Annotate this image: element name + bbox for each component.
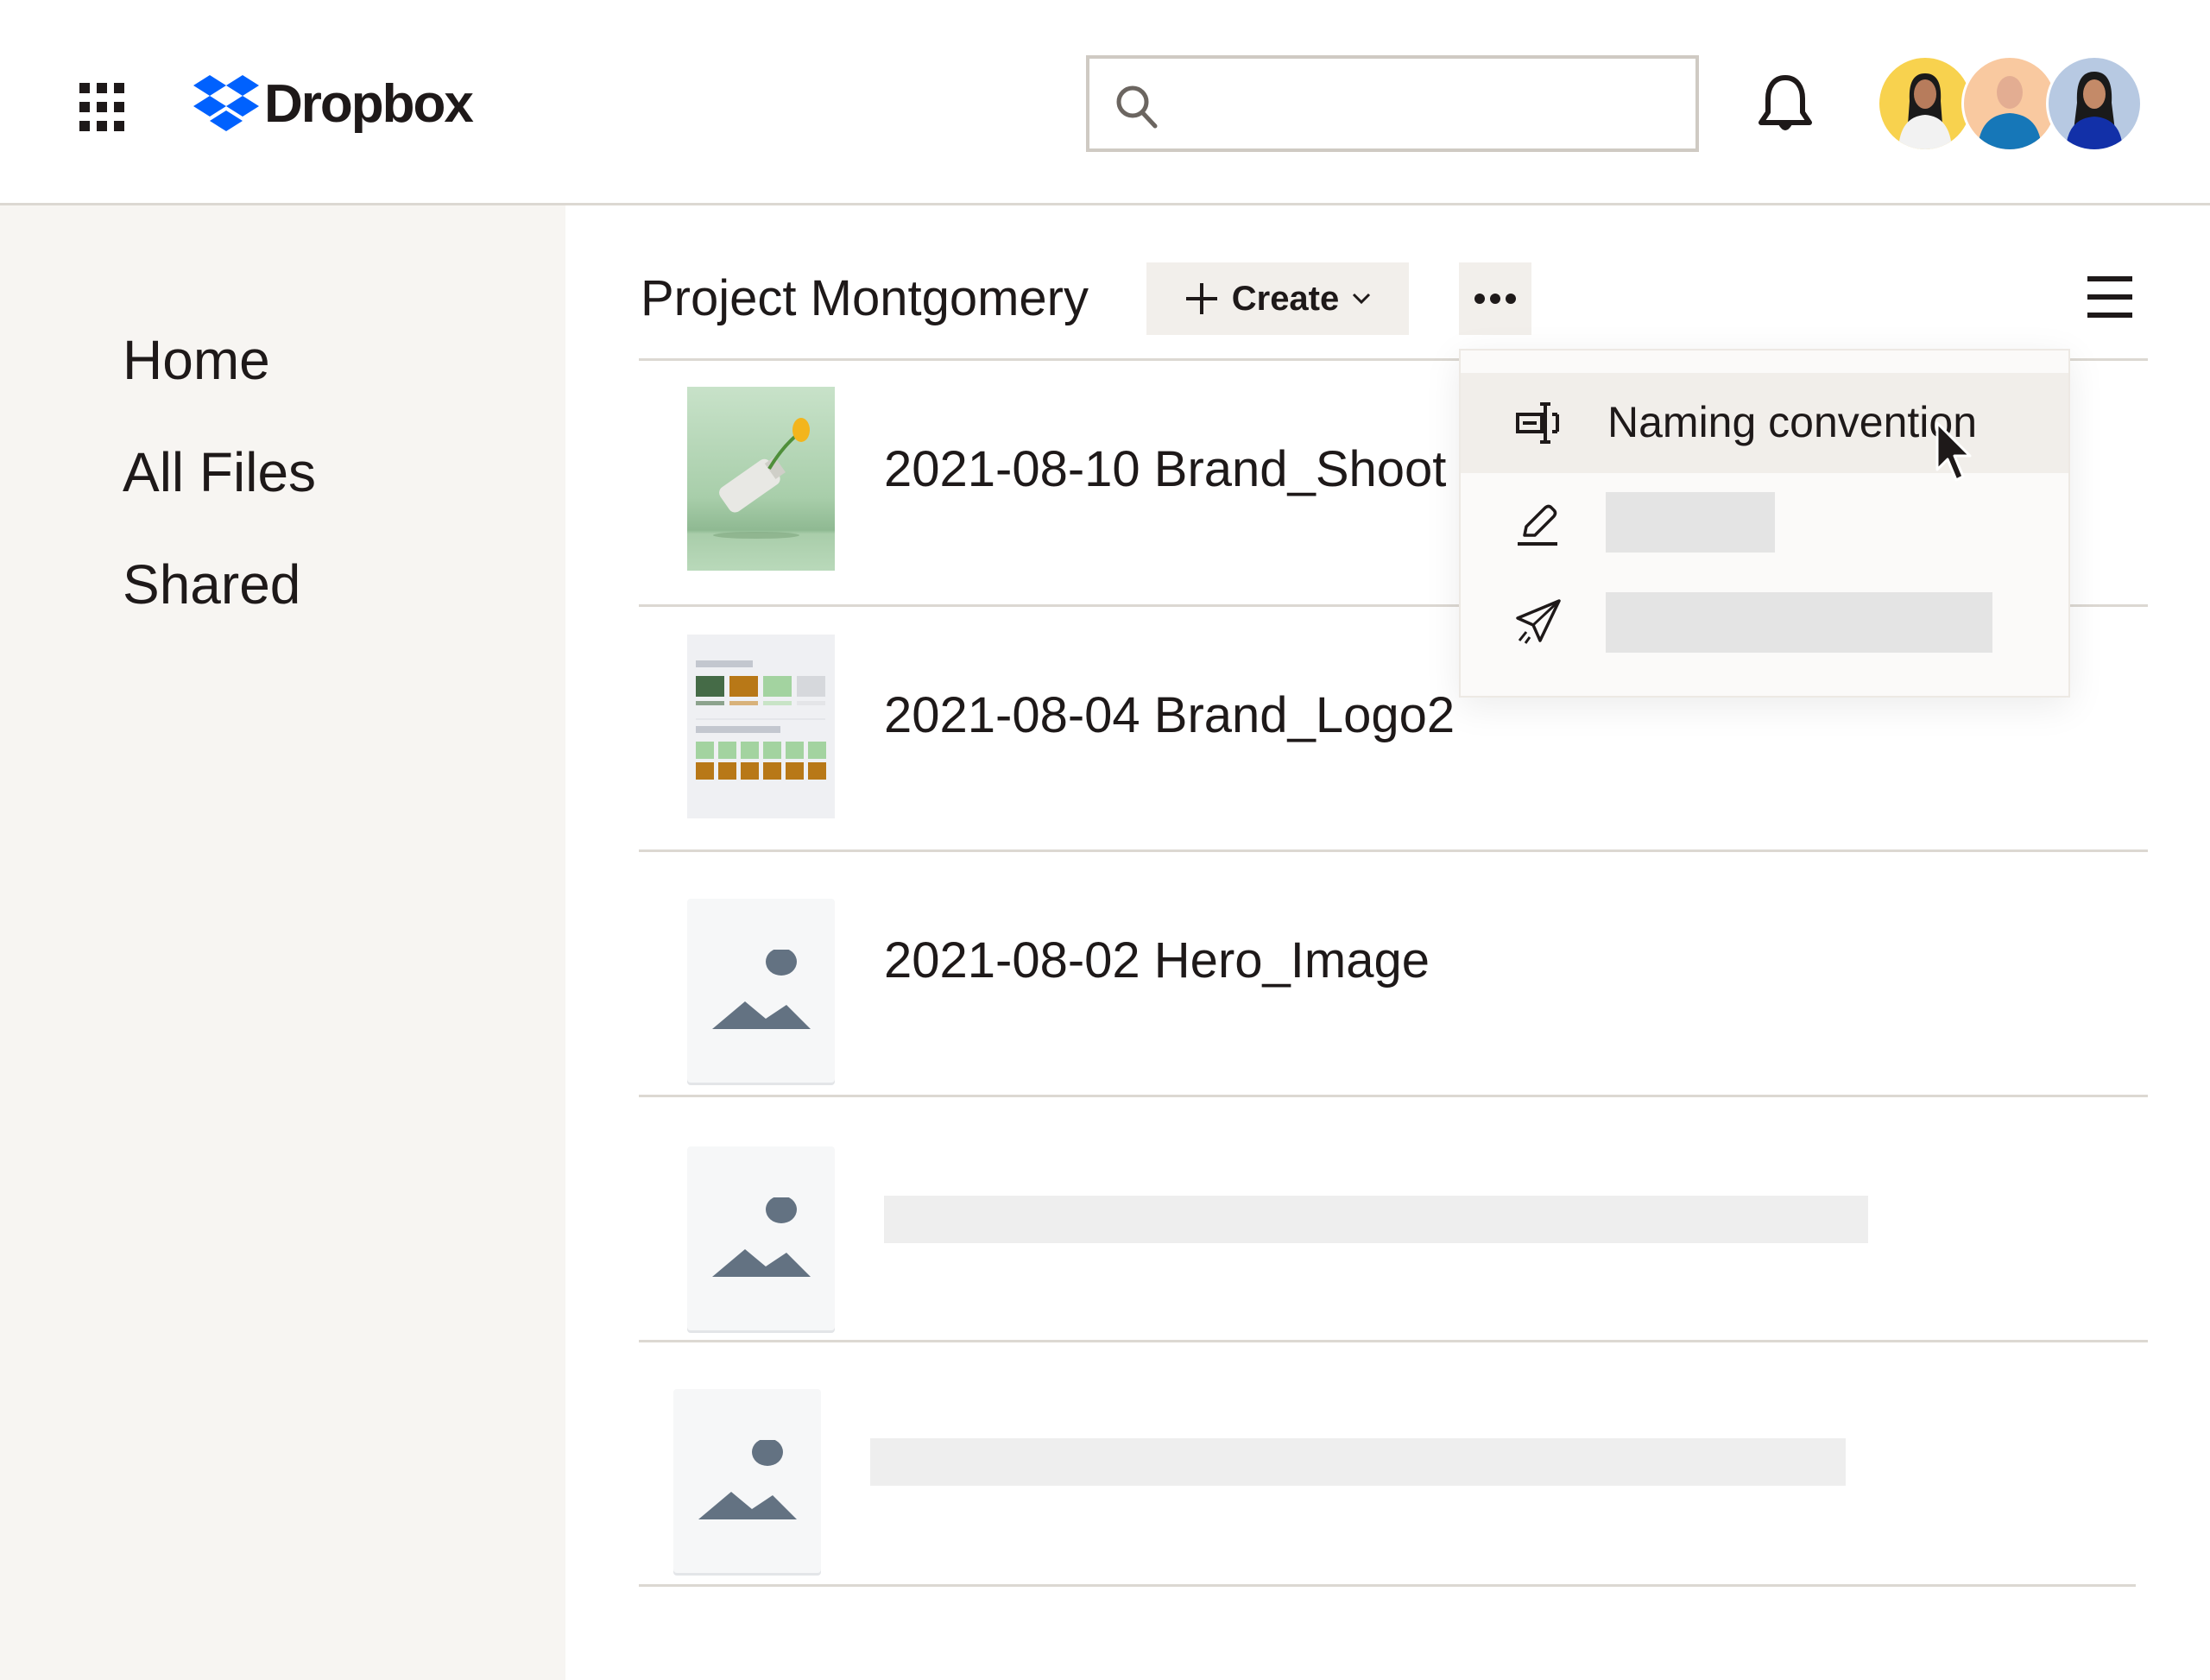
file-name-skeleton	[884, 1196, 1868, 1243]
file-name-skeleton	[870, 1438, 1846, 1486]
file-row-loading[interactable]	[639, 1342, 2148, 1586]
dropbox-logo[interactable]: Dropbox	[193, 73, 474, 135]
plus-icon	[1185, 283, 1217, 314]
avatar-user-1[interactable]	[1877, 55, 1973, 152]
file-thumbnail-photo	[687, 387, 835, 571]
avatar-user-3[interactable]	[2046, 55, 2143, 152]
more-options-ellipsis-icon[interactable]	[1459, 262, 1531, 335]
menu-item-send-loading[interactable]	[1461, 572, 2068, 672]
file-row[interactable]: 2021-08-02 Hero_Image	[639, 852, 2148, 1096]
folder-title: Project Montgomery	[641, 270, 1089, 326]
search-field[interactable]	[1086, 55, 1699, 152]
menu-item-skeleton	[1606, 592, 1992, 653]
menu-item-edit-loading[interactable]	[1461, 473, 2068, 573]
notifications-bell-icon[interactable]	[1752, 73, 1818, 142]
search-icon	[1116, 85, 1158, 129]
image-placeholder-icon	[687, 899, 835, 1083]
sidebar: Home All Files Shared	[0, 205, 565, 1680]
app-launcher-grid-icon[interactable]	[79, 83, 129, 133]
logo-wordmark: Dropbox	[264, 73, 474, 134]
chevron-down-icon	[1353, 293, 1371, 305]
image-placeholder-icon	[687, 1146, 835, 1330]
dropbox-logo-icon	[193, 75, 259, 131]
sidebar-item-home[interactable]: Home	[123, 328, 270, 392]
menu-item-skeleton	[1606, 492, 1775, 553]
top-bar: Dropbox	[0, 0, 2210, 205]
file-thumbnail-brand-guide	[687, 635, 835, 818]
menu-item-label: Naming convention	[1607, 398, 1978, 446]
avatar-user-2[interactable]	[1961, 55, 2058, 152]
rename-icon	[1516, 402, 1559, 444]
file-name[interactable]: 2021-08-10 Brand_Shoot	[884, 440, 1446, 498]
search-input[interactable]	[1184, 59, 1689, 150]
create-button[interactable]: Create	[1146, 262, 1409, 335]
view-options-hamburger-icon[interactable]	[2087, 276, 2132, 318]
image-placeholder-icon	[673, 1389, 821, 1573]
sidebar-item-all-files[interactable]: All Files	[123, 440, 316, 504]
send-paper-plane-icon	[1516, 599, 1561, 644]
create-button-label: Create	[1231, 279, 1340, 318]
menu-item-naming-convention[interactable]: Naming convention	[1461, 373, 2068, 473]
file-name[interactable]: 2021-08-04 Brand_Logo2	[884, 686, 1455, 744]
list-divider	[639, 1584, 2136, 1587]
file-name[interactable]: 2021-08-02 Hero_Image	[884, 932, 1430, 989]
file-row-loading[interactable]	[639, 1097, 2148, 1341]
sidebar-item-shared[interactable]: Shared	[123, 553, 300, 616]
pencil-icon	[1518, 504, 1557, 546]
more-options-menu: Naming convention	[1459, 349, 2070, 698]
